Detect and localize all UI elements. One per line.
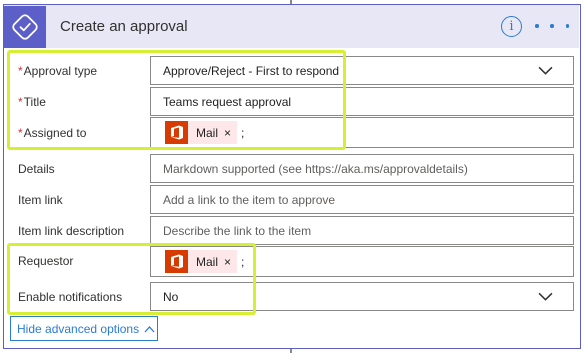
- item-link-description-placeholder: Describe the link to the item: [163, 223, 312, 238]
- enable-notifications-label: Enable notifications: [18, 290, 123, 304]
- assigned-to-label: *Assigned to: [18, 126, 87, 140]
- assigned-to-tag[interactable]: Mail ×: [165, 121, 238, 144]
- chevron-up-icon: [144, 325, 155, 332]
- details-placeholder: Markdown supported (see https://aka.ms/a…: [163, 161, 468, 176]
- hide-advanced-options-label: Hide advanced options: [17, 321, 140, 336]
- title-row: *Title Teams request approval: [4, 87, 579, 118]
- item-link-input[interactable]: Add a link to the item to approve: [150, 185, 574, 214]
- requestor-input[interactable]: Mail × ;: [150, 246, 574, 277]
- approval-check-icon: [4, 5, 46, 48]
- more-options-icon[interactable]: [535, 18, 569, 34]
- remove-tag-icon[interactable]: ×: [224, 255, 231, 269]
- requestor-tag[interactable]: Mail ×: [165, 250, 238, 273]
- assigned-to-row: *Assigned to Mail × ;: [4, 117, 579, 149]
- remove-tag-icon[interactable]: ×: [224, 126, 231, 140]
- approval-action-card: Create an approval i *Approval type Appr…: [3, 4, 581, 349]
- details-input[interactable]: Markdown supported (see https://aka.ms/a…: [150, 154, 574, 183]
- office-icon: [165, 121, 188, 144]
- item-link-placeholder: Add a link to the item to approve: [163, 192, 336, 207]
- approval-type-row: *Approval type Approve/Reject - First to…: [4, 56, 579, 87]
- tag-label: Mail: [196, 125, 219, 140]
- details-row: Details Markdown supported (see https://…: [4, 154, 579, 185]
- assigned-to-input[interactable]: Mail × ;: [150, 117, 574, 148]
- flow-connector-bottom: [290, 349, 292, 353]
- item-link-row: Item link Add a link to the item to appr…: [4, 185, 579, 216]
- item-link-description-input[interactable]: Describe the link to the item: [150, 216, 574, 245]
- requestor-label: Requestor: [18, 254, 74, 268]
- office-icon: [165, 250, 188, 273]
- enable-notifications-value: No: [163, 289, 179, 304]
- enable-notifications-row: Enable notifications No: [4, 282, 579, 313]
- hide-advanced-options-button[interactable]: Hide advanced options: [10, 316, 158, 341]
- item-link-description-row: Item link description Describe the link …: [4, 216, 579, 247]
- chevron-down-icon: [538, 66, 553, 75]
- approval-type-dropdown[interactable]: Approve/Reject - First to respond: [150, 56, 574, 85]
- approval-type-label: *Approval type: [18, 64, 98, 78]
- item-link-label: Item link: [18, 193, 63, 207]
- tag-separator: ;: [241, 125, 245, 140]
- title-value: Teams request approval: [163, 94, 292, 109]
- approval-type-value: Approve/Reject - First to respond: [163, 63, 340, 78]
- details-label: Details: [18, 162, 55, 176]
- tag-label: Mail: [196, 254, 219, 269]
- tag-separator: ;: [241, 254, 245, 269]
- requestor-row: Requestor Mail × ;: [4, 246, 579, 278]
- card-title: Create an approval: [60, 18, 188, 35]
- title-input[interactable]: Teams request approval: [150, 87, 574, 116]
- title-label: *Title: [18, 95, 46, 109]
- enable-notifications-dropdown[interactable]: No: [150, 282, 574, 311]
- item-link-description-label: Item link description: [18, 224, 125, 238]
- info-button[interactable]: i: [501, 16, 522, 37]
- info-icon: i: [509, 19, 514, 34]
- card-header[interactable]: Create an approval i: [4, 5, 579, 48]
- chevron-down-icon: [538, 292, 553, 301]
